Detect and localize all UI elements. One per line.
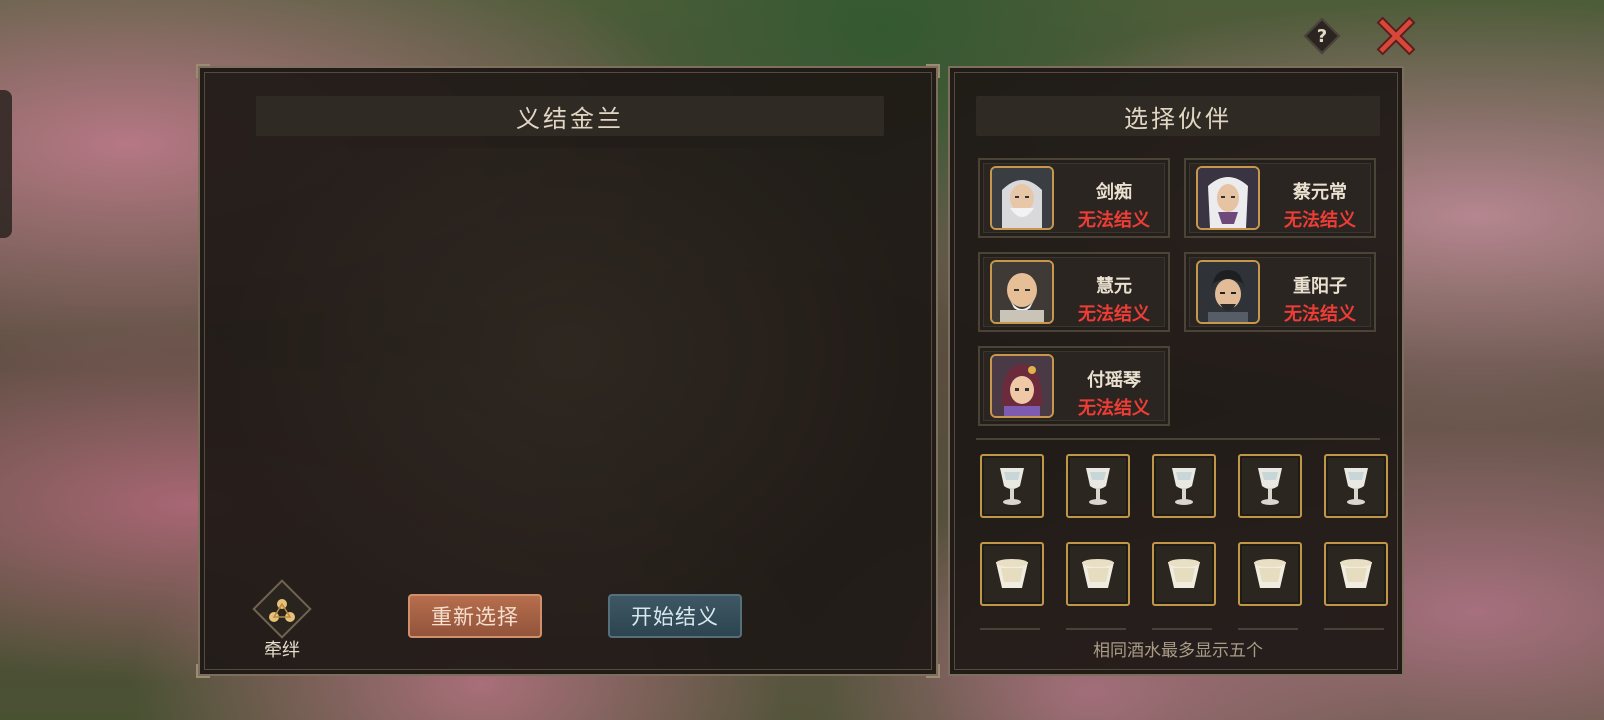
bowl-icon: [996, 559, 1028, 588]
goblet-slot[interactable]: [1238, 454, 1302, 518]
panel-title: 义结金兰: [256, 96, 884, 136]
companion-name: 付瑶琴: [1087, 370, 1141, 391]
bowl-icon: [1254, 559, 1286, 588]
section-divider: [976, 438, 1380, 440]
companion-card[interactable]: 蔡元常 无法结义: [1184, 158, 1376, 238]
bond-icon: [269, 599, 295, 622]
bowl-icon: [1082, 559, 1114, 588]
companion-name: 重阳子: [1293, 276, 1347, 297]
goblet-slot[interactable]: [1324, 454, 1388, 518]
companion-avatar: [990, 260, 1054, 324]
side-drawer-tab[interactable]: [0, 90, 12, 238]
companion-name: 慧元: [1096, 276, 1132, 297]
brotherhood-area: [216, 148, 920, 658]
close-button[interactable]: [1376, 16, 1416, 56]
goblet-icon: [1258, 468, 1282, 505]
close-icon: [1376, 16, 1416, 56]
companion-status: 无法结义: [1284, 210, 1356, 231]
companion-card[interactable]: 重阳子 无法结义: [1184, 252, 1376, 332]
goblet-icon: [1344, 468, 1368, 505]
panel-title: 选择伙伴: [976, 96, 1380, 136]
goblet-icon: [1000, 468, 1024, 505]
bowl-icon: [1340, 559, 1372, 588]
companion-card[interactable]: 慧元 无法结义: [978, 252, 1170, 332]
bond-button[interactable]: 牵绊: [250, 579, 314, 661]
bowl-icon: [1168, 559, 1200, 588]
companion-avatar: [1196, 166, 1260, 230]
goblet-slot[interactable]: [980, 454, 1044, 518]
companion-avatar: [990, 354, 1054, 418]
companion-avatar: [1196, 260, 1260, 324]
bowl-slot[interactable]: [1066, 542, 1130, 606]
companion-status: 无法结义: [1078, 304, 1150, 325]
goblet-slot[interactable]: [1066, 454, 1130, 518]
companion-name: 剑痴: [1096, 182, 1132, 203]
bowl-slot[interactable]: [1238, 542, 1302, 606]
bowl-slot[interactable]: [980, 542, 1044, 606]
companion-card[interactable]: 剑痴 无法结义: [978, 158, 1170, 238]
goblet-slot[interactable]: [1152, 454, 1216, 518]
companion-card[interactable]: 付瑶琴 无法结义: [978, 346, 1170, 426]
companion-status: 无法结义: [1284, 304, 1356, 325]
help-button[interactable]: ?: [1302, 16, 1342, 56]
sworn-brotherhood-panel: 义结金兰 牵绊 重新选择 开始结义: [196, 64, 940, 678]
companion-name: 蔡元常: [1293, 182, 1347, 203]
wine-limit-note: 相同酒水最多显示五个: [1093, 641, 1263, 661]
start-sworn-button[interactable]: 开始结义: [608, 594, 742, 638]
companion-status: 无法结义: [1078, 398, 1150, 419]
select-companion-panel: 选择伙伴 剑痴 无法结义 蔡元常 无法结义 慧元 无法结义 重阳子 无法结义 付…: [948, 66, 1404, 676]
goblet-icon: [1172, 468, 1196, 505]
bowl-slot[interactable]: [1324, 542, 1388, 606]
companion-avatar: [990, 166, 1054, 230]
reselect-button[interactable]: 重新选择: [408, 594, 542, 638]
bond-label: 牵绊: [264, 640, 300, 661]
companion-status: 无法结义: [1078, 210, 1150, 231]
goblet-icon: [1086, 468, 1110, 505]
bowl-slot[interactable]: [1152, 542, 1216, 606]
